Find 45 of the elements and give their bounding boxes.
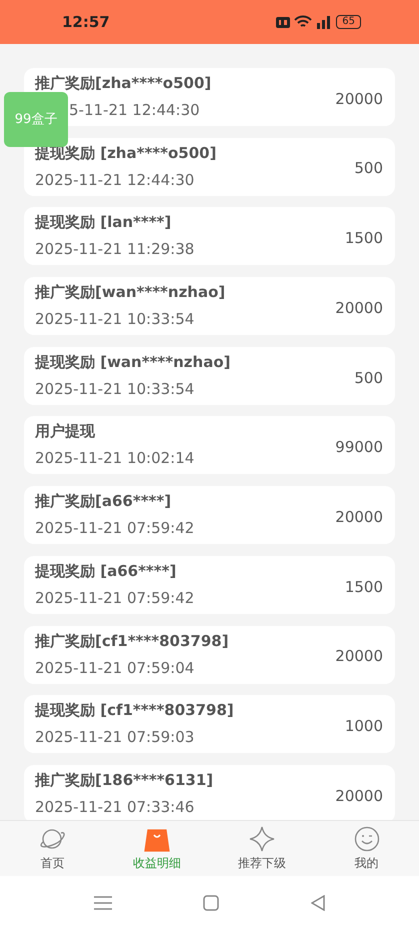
record-title: 提现奖励 [wan****nzhao] [35, 352, 230, 373]
record-date: 2025-11-21 07:59:04 [35, 658, 194, 678]
record-date: 5-11-21 12:44:30 [69, 100, 200, 121]
record-date: 2025-11-21 10:33:54 [35, 309, 194, 330]
nav-tab[interactable]: 推荐下级 [238, 854, 286, 872]
record-title: 推广奖励[a66****] [35, 491, 172, 512]
record-title: 推广奖励[186****6131] [35, 770, 214, 791]
record-title: 提现奖励 [a66****] [35, 560, 178, 582]
wifi-icon [294, 15, 312, 29]
home-square-icon[interactable] [203, 895, 220, 911]
record-title: 提现奖励 [cf1****803798] [35, 700, 234, 722]
record-amount: 500 [354, 158, 383, 180]
smiley-icon [354, 826, 380, 852]
record-date: 2025-11-21 12:44:30 [35, 170, 194, 191]
sparkle-icon [248, 826, 275, 852]
hd-icon [276, 16, 290, 28]
record-title: 推广奖励[cf1****803798] [35, 630, 229, 652]
nav-tab[interactable]: 我的 [354, 854, 379, 872]
record-amount: 500 [354, 368, 383, 388]
record-amount: 20000 [335, 298, 383, 319]
record-title: 推广奖励[wan****nzhao] [35, 282, 226, 304]
record-date: 2025-11-21 07:59:42 [35, 518, 194, 540]
menu-icon[interactable] [94, 896, 112, 910]
battery-indicator: 65 [336, 15, 361, 29]
record-amount: 20000 [335, 646, 383, 668]
record-amount: 20000 [335, 506, 383, 528]
back-icon[interactable] [311, 895, 326, 911]
record-amount: 1500 [344, 228, 383, 250]
record-date: 2025-11-21 07:59:03 [35, 727, 194, 748]
record-date: 2025-11-21 07:33:46 [35, 796, 194, 818]
record-amount: 20000 [335, 786, 383, 807]
nav-tab[interactable]: 首页 [40, 854, 64, 872]
record-date: 2025-11-21 07:59:42 [35, 588, 194, 609]
record-amount: 1500 [344, 576, 383, 598]
record-date: 2025-11-21 10:02:14 [35, 448, 194, 470]
record-amount: 20000 [335, 88, 383, 110]
record-title: 提现奖励 [lan****] [35, 212, 172, 234]
record-title: 用户提现 [35, 421, 96, 442]
record-title: 推广奖励[zha****o500] [35, 73, 212, 94]
signal-icon [316, 15, 332, 29]
record-date: 2025-11-21 11:29:38 [35, 239, 194, 260]
record-date: 2025-11-21 10:33:54 [35, 378, 194, 400]
record-amount: 1000 [344, 716, 383, 737]
clock-time: 12:57 [62, 12, 110, 33]
record-amount: 99000 [335, 437, 383, 458]
